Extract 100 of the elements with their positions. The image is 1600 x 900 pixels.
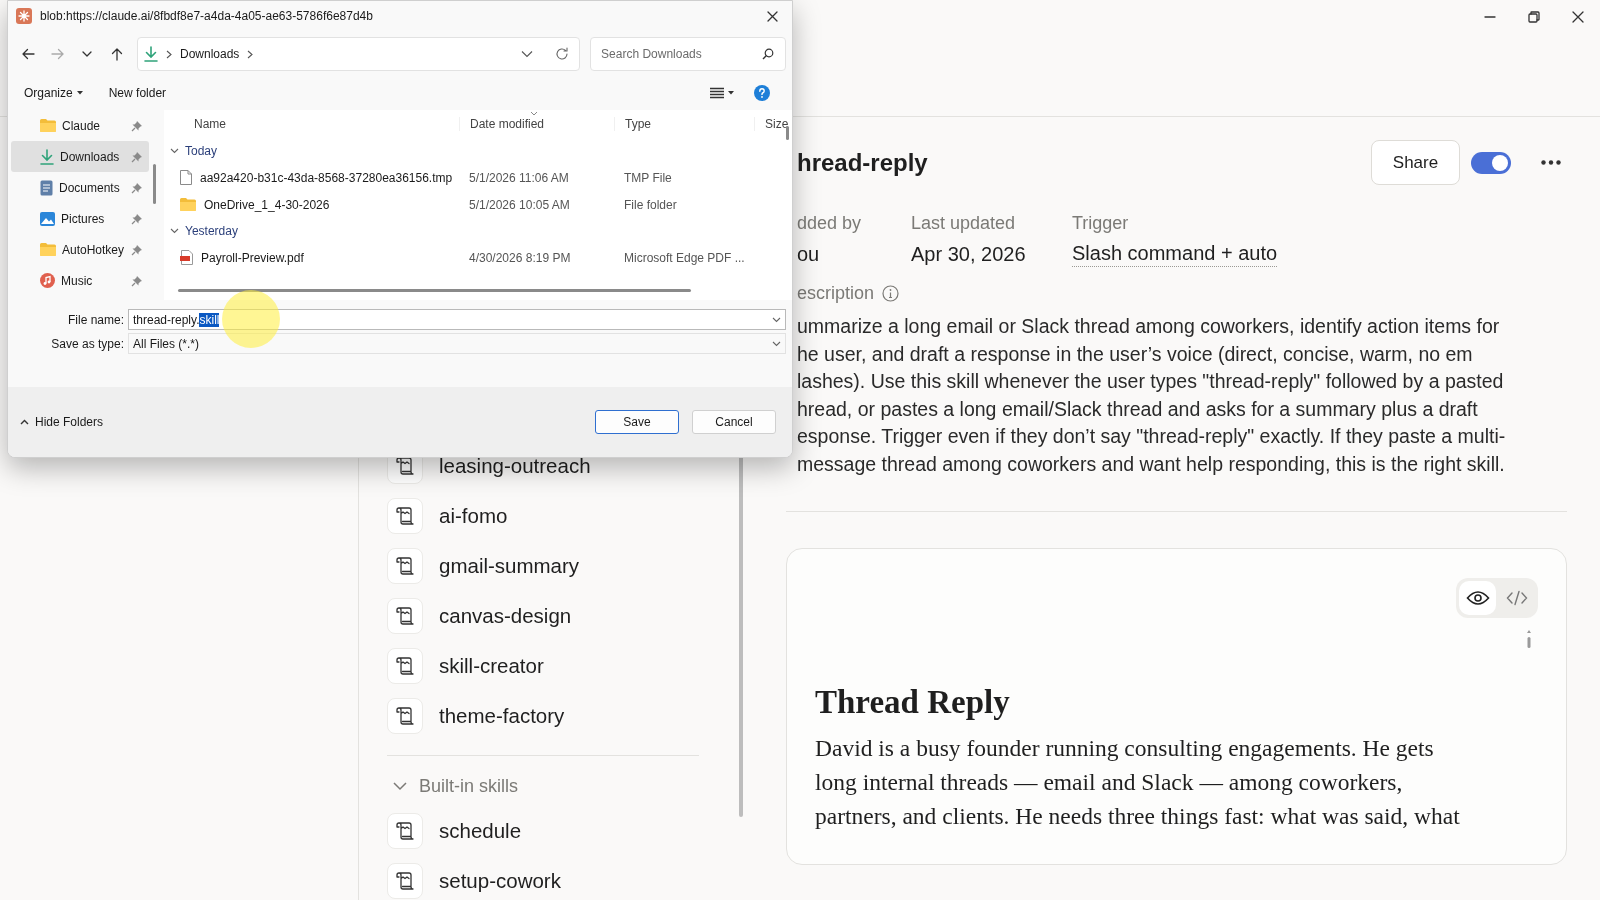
- nav-item[interactable]: AutoHotkey: [11, 234, 149, 265]
- preview-text: David is a busy founder running consulting engagements. He gets long internal threads — email and Slack — among coworkers, partners, and clients. He needs three things fast: what was said, what: [815, 734, 1461, 831]
- chevron-icon[interactable]: [170, 148, 179, 154]
- meta-value: ou: [797, 242, 821, 267]
- code-icon: [1505, 590, 1528, 606]
- forward-icon: [50, 47, 65, 61]
- preview-heading: Thread Reply: [815, 683, 1011, 722]
- folder-icon: [40, 243, 56, 256]
- pin-icon: [131, 150, 143, 163]
- section-label[interactable]: Built-in skills: [419, 775, 519, 797]
- folder-icon: [180, 198, 196, 211]
- scrollbar-thumb[interactable]: [153, 164, 156, 204]
- field-label: File name:: [66, 312, 125, 327]
- preview-view-button[interactable]: [1459, 581, 1496, 615]
- back-icon: [20, 47, 35, 61]
- help-icon[interactable]: [754, 85, 770, 101]
- list-view-icon: [710, 87, 724, 99]
- search-icon: [762, 48, 775, 60]
- skill-item[interactable]: setup-cowork: [439, 869, 561, 893]
- hide-folders-button[interactable]: Hide Folders: [16, 411, 108, 433]
- column-header[interactable]: Date modified: [459, 117, 614, 131]
- skill-item[interactable]: schedule: [439, 819, 522, 843]
- scroll-icon: [387, 548, 423, 584]
- close-icon: [1572, 11, 1584, 23]
- file-date: 4/30/2026 8:19 PM: [468, 250, 572, 265]
- skill-item[interactable]: canvas-design: [439, 604, 572, 628]
- file-date: 5/1/2026 10:05 AM: [468, 197, 571, 212]
- meta-value: Slash command + auto: [1072, 240, 1278, 267]
- nav-item[interactable]: Documents: [11, 172, 149, 203]
- eye-icon: [1465, 590, 1490, 606]
- group-header[interactable]: Today: [185, 144, 218, 158]
- file-name[interactable]: aa92a420-b31c-43da-8568-37280ea36156.tmp: [200, 170, 453, 185]
- column-header[interactable]: Name: [164, 117, 459, 131]
- file-name[interactable]: Payroll-Preview.pdf: [201, 250, 304, 265]
- file-type: File folder: [623, 197, 678, 212]
- refresh-icon[interactable]: [555, 47, 570, 61]
- scroll-icon: [387, 648, 423, 684]
- dialog-button[interactable]: Save: [595, 410, 679, 434]
- file-name[interactable]: OneDrive_1_4-30-2026: [204, 197, 330, 212]
- dropdown-icon[interactable]: [772, 340, 781, 347]
- dropdown-icon[interactable]: [772, 316, 781, 323]
- field-label: Save as type:: [50, 336, 125, 351]
- more-icon: [1541, 160, 1561, 165]
- scrollbar-thumb[interactable]: [178, 289, 691, 292]
- column-header[interactable]: Type: [614, 117, 754, 131]
- scrollbar-icon[interactable]: [1526, 629, 1532, 649]
- chevron-right-icon: [247, 49, 254, 59]
- skill-item[interactable]: gmail-summary: [439, 554, 580, 578]
- nav-item[interactable]: Downloads: [11, 141, 149, 172]
- scroll-icon: [387, 863, 423, 899]
- file-name-field[interactable]: thread-reply.skill: [128, 309, 786, 330]
- folder-icon: [40, 119, 56, 132]
- toggle-switch[interactable]: [1471, 151, 1511, 174]
- info-icon: [882, 284, 900, 302]
- skill-item[interactable]: skill-creator: [439, 654, 544, 678]
- scroll-icon: [387, 813, 423, 849]
- close-icon: [766, 10, 778, 22]
- description-label: escription: [797, 282, 875, 304]
- breadcrumb[interactable]: Downloads: [180, 47, 240, 61]
- dialog-button[interactable]: Cancel: [692, 410, 776, 434]
- pin-icon: [131, 274, 143, 287]
- scroll-icon: [387, 598, 423, 634]
- pdf-file-icon: [180, 250, 193, 265]
- file-type-dropdown[interactable]: All Files (*.*): [128, 333, 786, 354]
- cursor-highlight: [222, 290, 280, 348]
- music-icon: [40, 273, 55, 288]
- pin-icon: [131, 243, 143, 256]
- skill-item[interactable]: ai-fomo: [439, 504, 508, 528]
- meta-label: Last updated: [911, 212, 1017, 234]
- new-folder-button[interactable]: New folder: [102, 82, 173, 104]
- chevron-right-icon: [166, 49, 172, 59]
- download-icon: [40, 148, 54, 165]
- skill-item[interactable]: leasing-outreach: [439, 454, 591, 478]
- file-icon: [180, 170, 192, 185]
- caret-icon: [76, 91, 83, 95]
- app-icon: [16, 8, 32, 24]
- scrollbar-thumb[interactable]: [786, 126, 789, 140]
- skill-item[interactable]: theme-factory: [439, 704, 565, 728]
- sort-icon: [530, 111, 538, 116]
- document-icon: [40, 179, 53, 196]
- search-field[interactable]: Search Downloads: [590, 37, 787, 71]
- pin-icon: [131, 181, 143, 194]
- meta-value: Apr 30, 2026: [911, 242, 1027, 267]
- description-text: ummarize a long email or Slack thread among coworkers, identify action items for he user, and draft a response in the user’s voice (direct, concise, warm, no em lashes). Use this skill whenever the user types "thread-reply" followed by a pasted hread, or pastes a long email/Slack thread and asks for a summary plus a draft esponse. Trigger even if they don’t say "thread-reply" exactly. If they paste a multi- message thread among coworkers and want help responding, this is the right skill.: [797, 314, 1507, 477]
- file-type: TMP File: [623, 170, 673, 185]
- share-button[interactable]: Share: [1371, 140, 1460, 185]
- chevron-icon[interactable]: [170, 228, 179, 234]
- group-header[interactable]: Yesterday: [185, 224, 238, 238]
- picture-icon: [40, 211, 55, 226]
- nav-item[interactable]: Pictures: [11, 203, 149, 234]
- address-bar[interactable]: Downloads: [137, 37, 581, 71]
- organize-button[interactable]: Organize: [18, 82, 89, 104]
- caret-icon: [728, 91, 734, 95]
- meta-label: dded by: [797, 212, 863, 234]
- file-date: 5/1/2026 11:06 AM: [468, 170, 570, 185]
- nav-item[interactable]: Music: [11, 265, 149, 296]
- download-icon: [144, 46, 158, 62]
- chevron-up-icon: [20, 419, 29, 425]
- nav-item[interactable]: Claude: [11, 110, 149, 141]
- dropdown-icon[interactable]: [521, 50, 534, 58]
